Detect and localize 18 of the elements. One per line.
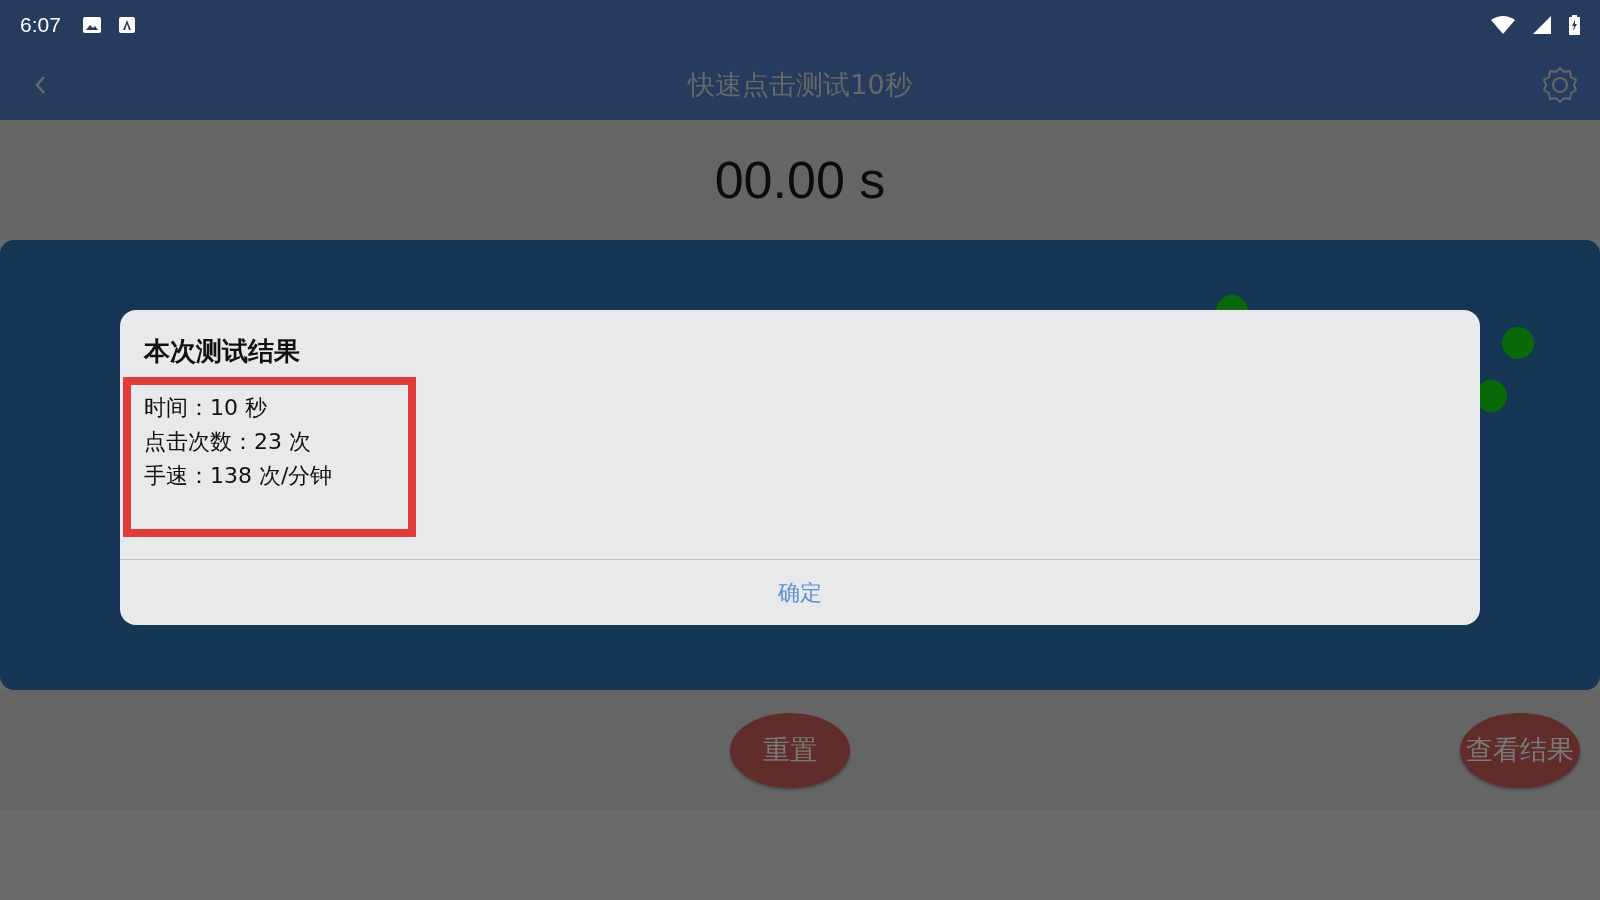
signal-icon [1533, 16, 1551, 34]
page-title: 快速点击测试10秒 [686, 68, 913, 102]
view-results-button[interactable]: 查看结果 [1460, 712, 1580, 788]
settings-button[interactable] [1540, 65, 1580, 105]
wifi-icon [1491, 16, 1515, 34]
timer-readout: 00.00 s [714, 150, 886, 210]
result-line: 时间：10 秒 [144, 395, 268, 421]
reset-button[interactable]: 重置 [730, 712, 850, 788]
battery-icon [1569, 15, 1580, 35]
image-icon [82, 17, 101, 33]
status-time: 6:07 [20, 13, 61, 37]
back-button[interactable] [33, 74, 47, 96]
result-line: 手速：138 次/分钟 [144, 463, 334, 489]
app-notification-icon [118, 17, 135, 33]
result-line: 点击次数：23 次 [144, 429, 312, 455]
dialog-title: 本次测试结果 [144, 335, 301, 368]
confirm-button[interactable]: 确定 [120, 560, 1480, 625]
tap-area[interactable]: 本次测试结果 时间：10 秒 点击次数：23 次 手速：138 次/分钟 确定 [0, 240, 1600, 690]
